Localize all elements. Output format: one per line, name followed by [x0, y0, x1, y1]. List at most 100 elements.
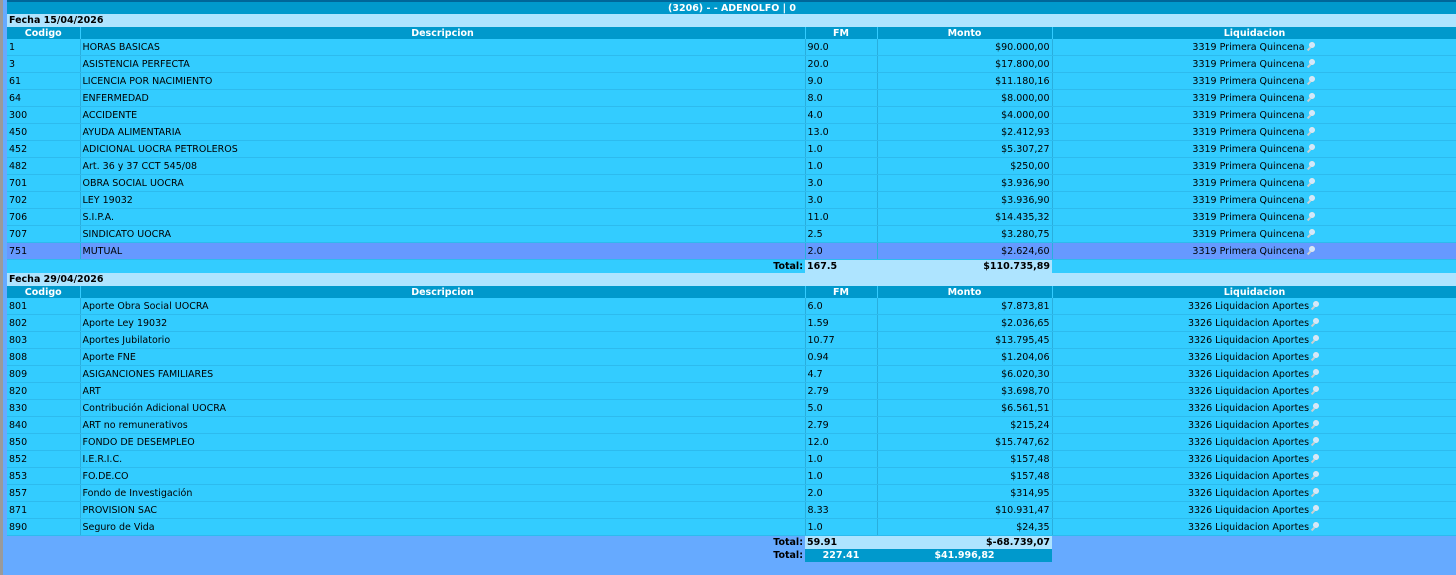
table-row[interactable]: 1 HORAS BASICAS 90.0 $90.000,00 3319 Primera… [7, 39, 1456, 56]
cell-liquidacion[interactable]: 3319 Primera Quincena [1052, 39, 1456, 56]
liquidacion-link[interactable]: 3319 Primera Quincena [1192, 212, 1304, 223]
col-header-codigo[interactable]: Codigo [7, 27, 81, 39]
liquidacion-link[interactable]: 3326 Liquidacion Aportes [1188, 403, 1309, 414]
table-row[interactable]: 707 SINDICATO UOCRA 2.5 $3.280,75 3319 Prime… [7, 225, 1456, 243]
magnifier-icon[interactable] [1310, 470, 1321, 482]
liquidacion-link[interactable]: 3326 Liquidacion Aportes [1188, 471, 1309, 482]
cell-liquidacion[interactable]: 3319 Primera Quincena [1052, 72, 1456, 90]
liquidacion-link[interactable]: 3326 Liquidacion Aportes [1188, 386, 1309, 397]
magnifier-icon[interactable] [1306, 41, 1317, 53]
liquidacion-link[interactable]: 3319 Primera Quincena [1192, 110, 1304, 121]
magnifier-icon[interactable] [1306, 143, 1317, 155]
liquidacion-link[interactable]: 3319 Primera Quincena [1192, 229, 1304, 240]
cell-liquidacion[interactable]: 3326 Liquidacion Aportes [1052, 450, 1456, 468]
liquidacion-link[interactable]: 3326 Liquidacion Aportes [1188, 437, 1309, 448]
liquidacion-link[interactable]: 3319 Primera Quincena [1192, 246, 1304, 257]
magnifier-icon[interactable] [1306, 58, 1317, 70]
col-header-codigo[interactable]: Codigo [7, 286, 81, 298]
table-row[interactable]: 820 ART 2.79 $3.698,70 3326 Liquidacion Apor… [7, 382, 1456, 400]
magnifier-icon[interactable] [1306, 75, 1317, 87]
magnifier-icon[interactable] [1310, 351, 1321, 363]
table-row[interactable]: 300 ACCIDENTE 4.0 $4.000,00 3319 Primera Qui… [7, 106, 1456, 124]
magnifier-icon[interactable] [1310, 487, 1321, 499]
cell-liquidacion[interactable]: 3319 Primera Quincena [1052, 174, 1456, 192]
table-row[interactable]: 853 FO.DE.CO 1.0 $157,48 3326 Liquidacion Ap… [7, 467, 1456, 485]
liquidacion-link[interactable]: 3319 Primera Quincena [1192, 178, 1304, 189]
table-row[interactable]: 482 Art. 36 y 37 CCT 545/08 1.0 $250,00 3319… [7, 157, 1456, 175]
magnifier-icon[interactable] [1306, 228, 1317, 240]
col-header-fm[interactable]: FM [805, 286, 878, 298]
cell-liquidacion[interactable]: 3319 Primera Quincena [1052, 157, 1456, 175]
magnifier-icon[interactable] [1306, 177, 1317, 189]
table-row[interactable]: 840 ART no remunerativos 2.79 $215,24 3326 L… [7, 416, 1456, 434]
magnifier-icon[interactable] [1310, 419, 1321, 431]
magnifier-icon[interactable] [1310, 334, 1321, 346]
table-row[interactable]: 450 AYUDA ALIMENTARIA 13.0 $2.412,93 3319 Pr… [7, 123, 1456, 141]
cell-liquidacion[interactable]: 3319 Primera Quincena [1052, 242, 1456, 260]
table-row[interactable]: 452 ADICIONAL UOCRA PETROLEROS 1.0 $5.307,2… [7, 140, 1456, 158]
cell-liquidacion[interactable]: 3326 Liquidacion Aportes [1052, 348, 1456, 366]
liquidacion-link[interactable]: 3326 Liquidacion Aportes [1188, 505, 1309, 516]
cell-liquidacion[interactable]: 3319 Primera Quincena [1052, 106, 1456, 124]
table-row[interactable]: 3 ASISTENCIA PERFECTA 20.0 $17.800,00 3319 P… [7, 55, 1456, 73]
table-row[interactable]: 64 ENFERMEDAD 8.0 $8.000,00 3319 Primera Qui… [7, 89, 1456, 107]
magnifier-icon[interactable] [1306, 109, 1317, 121]
table-row[interactable]: 801 Aporte Obra Social UOCRA 6.0 $7.873,81 3… [7, 298, 1456, 315]
cell-liquidacion[interactable]: 3326 Liquidacion Aportes [1052, 518, 1456, 536]
table-row[interactable]: 702 LEY 19032 3.0 $3.936,90 3319 Primera Qui… [7, 191, 1456, 209]
liquidacion-link[interactable]: 3319 Primera Quincena [1192, 42, 1304, 53]
cell-liquidacion[interactable]: 3319 Primera Quincena [1052, 225, 1456, 243]
magnifier-icon[interactable] [1310, 521, 1321, 533]
table-row[interactable]: 701 OBRA SOCIAL UOCRA 3.0 $3.936,90 3319 Pri… [7, 174, 1456, 192]
cell-liquidacion[interactable]: 3319 Primera Quincena [1052, 89, 1456, 107]
cell-liquidacion[interactable]: 3326 Liquidacion Aportes [1052, 501, 1456, 519]
table-row[interactable]: 857 Fondo de Investigación 2.0 $314,95 3326 … [7, 484, 1456, 502]
liquidacion-link[interactable]: 3319 Primera Quincena [1192, 59, 1304, 70]
table-row[interactable]: 890 Seguro de Vida 1.0 $24,35 3326 Liquidaci… [7, 518, 1456, 536]
col-header-descripcion[interactable]: Descripcion [80, 286, 806, 298]
table-row[interactable]: 809 ASIGANCIONES FAMILIARES 4.7 $6.020,30 33… [7, 365, 1456, 383]
col-header-fm[interactable]: FM [805, 27, 878, 39]
cell-liquidacion[interactable]: 3326 Liquidacion Aportes [1052, 433, 1456, 451]
cell-liquidacion[interactable]: 3319 Primera Quincena [1052, 208, 1456, 226]
cell-liquidacion[interactable]: 3319 Primera Quincena [1052, 55, 1456, 73]
cell-liquidacion[interactable]: 3319 Primera Quincena [1052, 140, 1456, 158]
table-row[interactable]: 803 Aportes Jubilatorio 10.77 $13.795,45 332… [7, 331, 1456, 349]
cell-liquidacion[interactable]: 3326 Liquidacion Aportes [1052, 399, 1456, 417]
liquidacion-link[interactable]: 3326 Liquidacion Aportes [1188, 369, 1309, 380]
table-row[interactable]: 871 PROVISION SAC 8.33 $10.931,47 3326 Liqui… [7, 501, 1456, 519]
cell-liquidacion[interactable]: 3326 Liquidacion Aportes [1052, 314, 1456, 332]
liquidacion-link[interactable]: 3319 Primera Quincena [1192, 195, 1304, 206]
col-header-monto[interactable]: Monto [877, 286, 1053, 298]
magnifier-icon[interactable] [1306, 245, 1317, 257]
col-header-descripcion[interactable]: Descripcion [80, 27, 806, 39]
magnifier-icon[interactable] [1306, 92, 1317, 104]
magnifier-icon[interactable] [1306, 160, 1317, 172]
magnifier-icon[interactable] [1310, 402, 1321, 414]
col-header-liquidacion[interactable]: Liquidacion [1052, 286, 1456, 298]
liquidacion-link[interactable]: 3319 Primera Quincena [1192, 76, 1304, 87]
cell-liquidacion[interactable]: 3326 Liquidacion Aportes [1052, 416, 1456, 434]
magnifier-icon[interactable] [1310, 504, 1321, 516]
cell-liquidacion[interactable]: 3319 Primera Quincena [1052, 191, 1456, 209]
magnifier-icon[interactable] [1310, 368, 1321, 380]
liquidacion-link[interactable]: 3326 Liquidacion Aportes [1188, 335, 1309, 346]
liquidacion-link[interactable]: 3326 Liquidacion Aportes [1188, 454, 1309, 465]
cell-liquidacion[interactable]: 3326 Liquidacion Aportes [1052, 298, 1456, 315]
table-row[interactable]: 808 Aporte FNE 0.94 $1.204,06 3326 Liquidaci… [7, 348, 1456, 366]
magnifier-icon[interactable] [1310, 317, 1321, 329]
magnifier-icon[interactable] [1306, 126, 1317, 138]
col-header-monto[interactable]: Monto [877, 27, 1053, 39]
liquidacion-link[interactable]: 3319 Primera Quincena [1192, 144, 1304, 155]
magnifier-icon[interactable] [1310, 436, 1321, 448]
liquidacion-link[interactable]: 3326 Liquidacion Aportes [1188, 318, 1309, 329]
table-row[interactable]: 751 MUTUAL 2.0 $2.624,60 3319 Primera Quince… [7, 242, 1456, 260]
liquidacion-link[interactable]: 3326 Liquidacion Aportes [1188, 420, 1309, 431]
liquidacion-link[interactable]: 3326 Liquidacion Aportes [1188, 352, 1309, 363]
magnifier-icon[interactable] [1306, 194, 1317, 206]
cell-liquidacion[interactable]: 3319 Primera Quincena [1052, 123, 1456, 141]
liquidacion-link[interactable]: 3319 Primera Quincena [1192, 161, 1304, 172]
magnifier-icon[interactable] [1310, 300, 1321, 312]
cell-liquidacion[interactable]: 3326 Liquidacion Aportes [1052, 365, 1456, 383]
cell-liquidacion[interactable]: 3326 Liquidacion Aportes [1052, 331, 1456, 349]
